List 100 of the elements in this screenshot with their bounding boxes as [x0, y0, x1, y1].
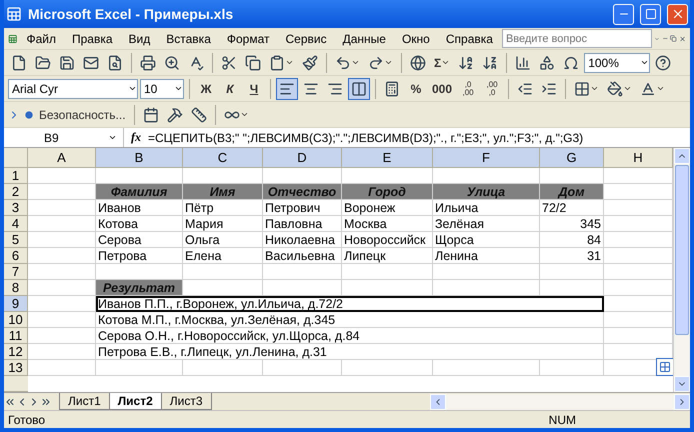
align-center-icon [303, 80, 319, 96]
row-header[interactable]: 3 [4, 200, 28, 216]
name-box[interactable]: B9 [4, 128, 124, 147]
table-cell: Павловна [263, 216, 342, 232]
menu-item[interactable]: Вставка [159, 30, 218, 48]
font-select[interactable]: Arial Cyr [8, 78, 138, 98]
caret-icon [351, 58, 360, 67]
thousands-button[interactable]: 000 [429, 78, 456, 100]
save-icon [59, 54, 75, 70]
row-header[interactable]: 7 [4, 264, 28, 280]
align-merge-button[interactable] [348, 78, 370, 100]
font-size-select[interactable]: 10 [140, 78, 184, 98]
globe-icon [410, 54, 426, 70]
table-cell: Васильевна [263, 248, 342, 264]
security-button[interactable]: Безопасность... [22, 104, 129, 126]
table-cell: Николаевна [263, 232, 342, 248]
menu-item[interactable]: Правка [65, 30, 120, 48]
row-header[interactable]: 10 [4, 312, 28, 328]
decrease-decimal-button[interactable]: ,00 ,0 [481, 78, 504, 100]
hammer-icon [166, 106, 183, 122]
menu-item[interactable]: Файл [19, 30, 63, 48]
scissors-icon [221, 54, 237, 70]
insert-function-button[interactable]: fx [124, 130, 148, 145]
folder-icon [35, 54, 51, 70]
row-header[interactable]: 13 [4, 360, 28, 376]
scroll-up-button[interactable] [674, 148, 690, 164]
menu-item[interactable]: Справка [438, 30, 500, 48]
scroll-left-button[interactable] [430, 394, 446, 410]
table-cell: Воронеж [342, 200, 433, 216]
row-header[interactable]: 6 [4, 248, 28, 264]
sheet-tab[interactable]: Лист1 [59, 393, 110, 410]
omega-icon [563, 54, 580, 70]
align-left-button[interactable] [276, 78, 298, 100]
table-cell: Щорса [433, 232, 540, 248]
row-header[interactable]: 8 [4, 280, 28, 296]
row-header[interactable]: 2 [4, 184, 28, 200]
header-cell: Дом [540, 184, 604, 200]
row-header[interactable]: 5 [4, 232, 28, 248]
clipboard-icon [269, 54, 285, 70]
minimize-button[interactable] [613, 4, 634, 24]
envelope-icon [83, 54, 99, 70]
undo-icon [335, 54, 351, 70]
row-header[interactable]: 11 [4, 328, 28, 344]
bold-button[interactable]: Ж [195, 78, 217, 100]
column-header[interactable]: G [540, 148, 604, 168]
caret-icon [640, 58, 650, 67]
menu-item[interactable]: Окно [394, 30, 437, 48]
indent-increase-icon [541, 80, 558, 96]
column-header[interactable]: B [96, 148, 183, 168]
brush-icon [302, 54, 318, 70]
column-header[interactable]: A [28, 148, 96, 168]
row-header[interactable]: 1 [4, 168, 28, 184]
sort-icon [458, 54, 474, 70]
percent-button[interactable]: % [405, 78, 427, 100]
header-cell: Улица [433, 184, 540, 200]
paste-options-button[interactable] [656, 358, 673, 376]
table-cell: Котова [96, 216, 183, 232]
table-cell: Котова М.П., г.Москва, ул.Зелёная, д.345 [96, 312, 604, 328]
column-header[interactable]: H [604, 148, 673, 168]
table-cell: Зелёная [433, 216, 540, 232]
bar-chart-icon [515, 54, 532, 70]
table-cell: Серова О.Н., г.Новороссийск, ул.Щорса, д.84 [96, 328, 604, 344]
close-button[interactable] [667, 4, 688, 24]
increase-decimal-button[interactable]: ,0 ,00 [457, 78, 480, 100]
column-header[interactable]: F [433, 148, 540, 168]
column-header[interactable]: D [263, 148, 342, 168]
maximize-button[interactable] [640, 4, 661, 24]
sort-icon [482, 54, 498, 70]
caret-icon [240, 110, 249, 119]
font-color-icon [640, 80, 656, 96]
search-icon [107, 54, 123, 70]
magnifier-icon [164, 54, 180, 70]
sheet-tab[interactable]: Лист3 [160, 393, 212, 410]
column-header[interactable]: C [183, 148, 263, 168]
redo-icon [368, 54, 384, 70]
formula-field[interactable]: =СЦЕПИТЬ(B3;" ";ЛЕВСИМВ(C3);".";ЛЕВСИМВ(D3);"., г.";E3;", ул.";F3;", д.";G3) [148, 130, 584, 144]
help-search-field[interactable]: Введите вопрос [502, 29, 652, 48]
column-header[interactable]: E [342, 148, 433, 168]
menu-item[interactable]: Данные [336, 30, 393, 48]
scroll-down-button[interactable] [674, 376, 690, 392]
zoom-select[interactable]: 100% [584, 52, 650, 72]
menu-item[interactable]: Сервис [278, 30, 334, 48]
horizontal-scrollbar[interactable] [430, 394, 690, 410]
underline-button[interactable]: Ч [243, 78, 265, 100]
caret-icon [590, 84, 600, 93]
menu-item[interactable]: Вид [122, 30, 158, 48]
sheet-tab[interactable]: Лист2 [108, 393, 162, 410]
autosum-button[interactable]: Σ [431, 52, 454, 74]
menu-item[interactable]: Формат [220, 30, 277, 48]
caret-icon [384, 58, 393, 67]
scroll-right-button[interactable] [674, 394, 690, 410]
row-header[interactable]: 12 [4, 344, 28, 360]
row-header[interactable]: 4 [4, 216, 28, 232]
italic-button[interactable]: К [219, 78, 241, 100]
vertical-scrollbar[interactable] [673, 148, 690, 392]
header-cell: Результат [96, 280, 183, 296]
scroll-thumb[interactable] [675, 165, 689, 335]
maximize-icon [644, 8, 656, 20]
row-header[interactable]: 9 [4, 296, 28, 312]
page-icon [11, 54, 27, 70]
